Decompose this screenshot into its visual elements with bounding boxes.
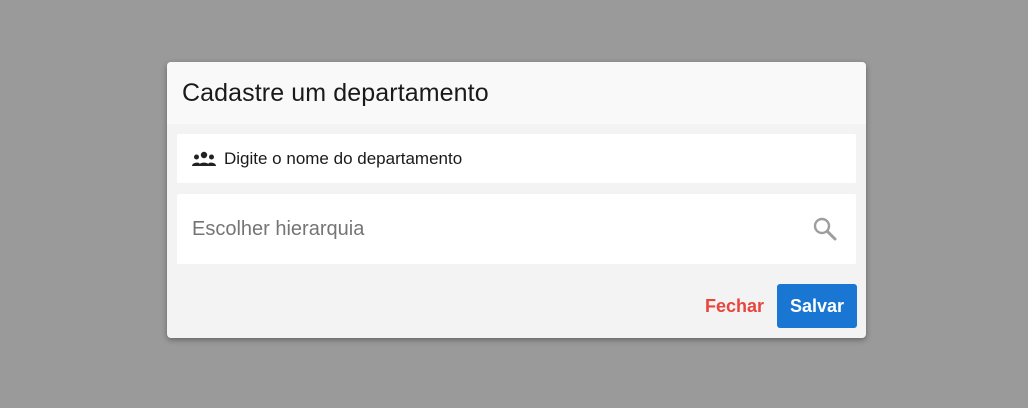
dialog-header: Cadastre um departamento bbox=[167, 62, 866, 124]
dialog-title: Cadastre um departamento bbox=[182, 78, 489, 107]
hierarchy-field[interactable] bbox=[177, 194, 856, 264]
hierarchy-input[interactable] bbox=[192, 217, 812, 241]
department-name-label: Digite o nome do departamento bbox=[224, 148, 463, 168]
people-icon bbox=[191, 151, 217, 167]
department-dialog: Cadastre um departamento Digite o nome d… bbox=[167, 62, 866, 338]
close-button[interactable]: Fechar bbox=[694, 284, 775, 328]
search-icon[interactable] bbox=[812, 216, 838, 242]
dialog-actions: Fechar Salvar bbox=[694, 284, 857, 328]
department-name-field[interactable]: Digite o nome do departamento bbox=[177, 134, 856, 183]
save-button[interactable]: Salvar bbox=[777, 284, 857, 328]
